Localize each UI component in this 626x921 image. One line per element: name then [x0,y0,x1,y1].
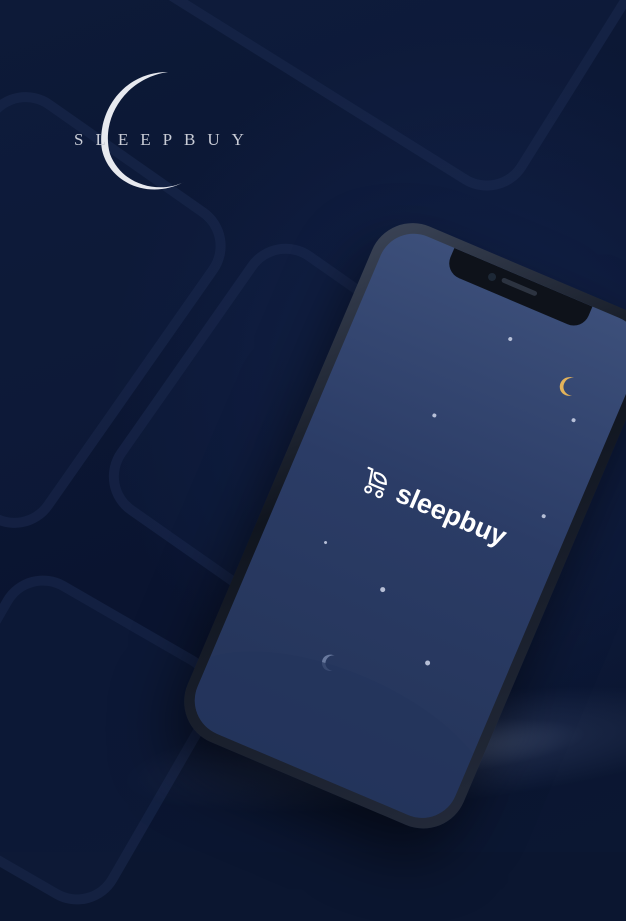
star-icon [424,659,431,667]
app-brand: sleepbuy [352,460,512,553]
sleepbuy-logo: SLEEPBUY [60,60,260,210]
crescent-moon-icon [559,377,575,396]
star-icon [570,417,577,423]
speaker-grille [500,277,538,297]
app-brand-label: sleepbuy [391,477,512,552]
logo-wordmark: SLEEPBUY [74,130,256,149]
star-icon [323,540,328,545]
star-icon [379,586,386,593]
star-icon [541,513,547,519]
star-icon [507,336,513,342]
camera-icon [486,271,498,283]
star-icon [431,412,437,419]
stroller-icon [364,466,387,499]
